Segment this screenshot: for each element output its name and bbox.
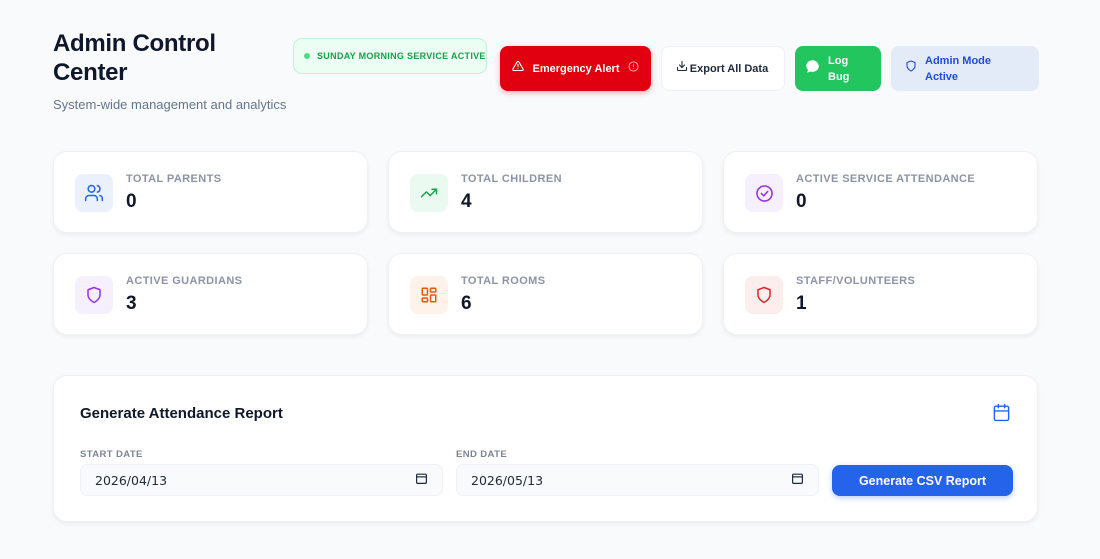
- shield-icon: [905, 60, 917, 77]
- export-all-data-label: Export All Data: [689, 62, 769, 75]
- start-date-label: START DATE: [80, 449, 143, 460]
- stat-card-staff-volunteers: STAFF/VOLUNTEERS 1: [723, 253, 1038, 335]
- stat-label: TOTAL PARENTS: [126, 173, 222, 185]
- stat-card-active-guardians: ACTIVE GUARDIANS 3: [53, 253, 368, 335]
- alert-circle-icon: [628, 60, 639, 77]
- stat-label: TOTAL ROOMS: [461, 275, 546, 287]
- status-dot-icon: [304, 53, 310, 59]
- generate-csv-report-button[interactable]: Generate CSV Report: [832, 465, 1013, 496]
- stat-value: 1: [796, 293, 807, 314]
- end-date-label: END DATE: [456, 449, 508, 460]
- stat-value: 6: [461, 293, 472, 314]
- service-status-badge: SUNDAY MORNING SERVICE ACTIVE: [293, 38, 487, 74]
- stat-card-active-attendance: ACTIVE SERVICE ATTENDANCE 0: [723, 151, 1038, 233]
- calendar-picker-icon[interactable]: [415, 472, 428, 488]
- download-icon: [676, 60, 688, 77]
- chat-bubble-icon: [805, 59, 820, 79]
- warning-triangle-icon: [512, 60, 524, 77]
- stat-value: 3: [126, 293, 137, 314]
- stat-value: 0: [796, 191, 807, 212]
- page-title: Admin Control Center: [53, 30, 216, 86]
- export-all-data-button[interactable]: Export All Data: [661, 46, 785, 91]
- stat-label: STAFF/VOLUNTEERS: [796, 275, 916, 287]
- shield-icon: [745, 276, 783, 314]
- trending-up-icon: [410, 174, 448, 212]
- stat-label: ACTIVE GUARDIANS: [126, 275, 243, 287]
- attendance-report-panel: Generate Attendance Report START DATE 20…: [53, 375, 1038, 522]
- start-date-input[interactable]: 2026/04/13: [80, 464, 443, 496]
- page-subtitle: System-wide management and analytics: [53, 97, 287, 112]
- stat-label: ACTIVE SERVICE ATTENDANCE: [796, 173, 976, 185]
- shield-icon: [75, 276, 113, 314]
- end-date-value: 2026/05/13: [471, 472, 544, 488]
- emergency-alert-button[interactable]: Emergency Alert: [500, 46, 651, 91]
- check-circle-icon: [745, 174, 783, 212]
- start-date-value: 2026/04/13: [95, 472, 168, 488]
- stat-label: TOTAL CHILDREN: [461, 173, 562, 185]
- log-bug-button[interactable]: Log Bug: [795, 46, 881, 91]
- report-title: Generate Attendance Report: [80, 405, 283, 422]
- stat-card-total-parents: TOTAL PARENTS 0: [53, 151, 368, 233]
- admin-mode-button[interactable]: Admin Mode Active: [891, 46, 1039, 91]
- users-icon: [75, 174, 113, 212]
- log-bug-label: Log Bug: [828, 54, 850, 83]
- stat-value: 4: [461, 191, 472, 212]
- admin-mode-label: Admin Mode Active: [925, 54, 991, 83]
- emergency-alert-label: Emergency Alert: [532, 62, 620, 75]
- grid-icon: [410, 276, 448, 314]
- calendar-icon: [992, 403, 1011, 427]
- end-date-input[interactable]: 2026/05/13: [456, 464, 819, 496]
- stat-value: 0: [126, 191, 137, 212]
- stat-card-total-rooms: TOTAL ROOMS 6: [388, 253, 703, 335]
- stat-card-total-children: TOTAL CHILDREN 4: [388, 151, 703, 233]
- page-header: Admin Control Center System-wide managem…: [53, 29, 293, 112]
- service-status-text: SUNDAY MORNING SERVICE ACTIVE: [317, 50, 486, 61]
- calendar-picker-icon[interactable]: [791, 472, 804, 488]
